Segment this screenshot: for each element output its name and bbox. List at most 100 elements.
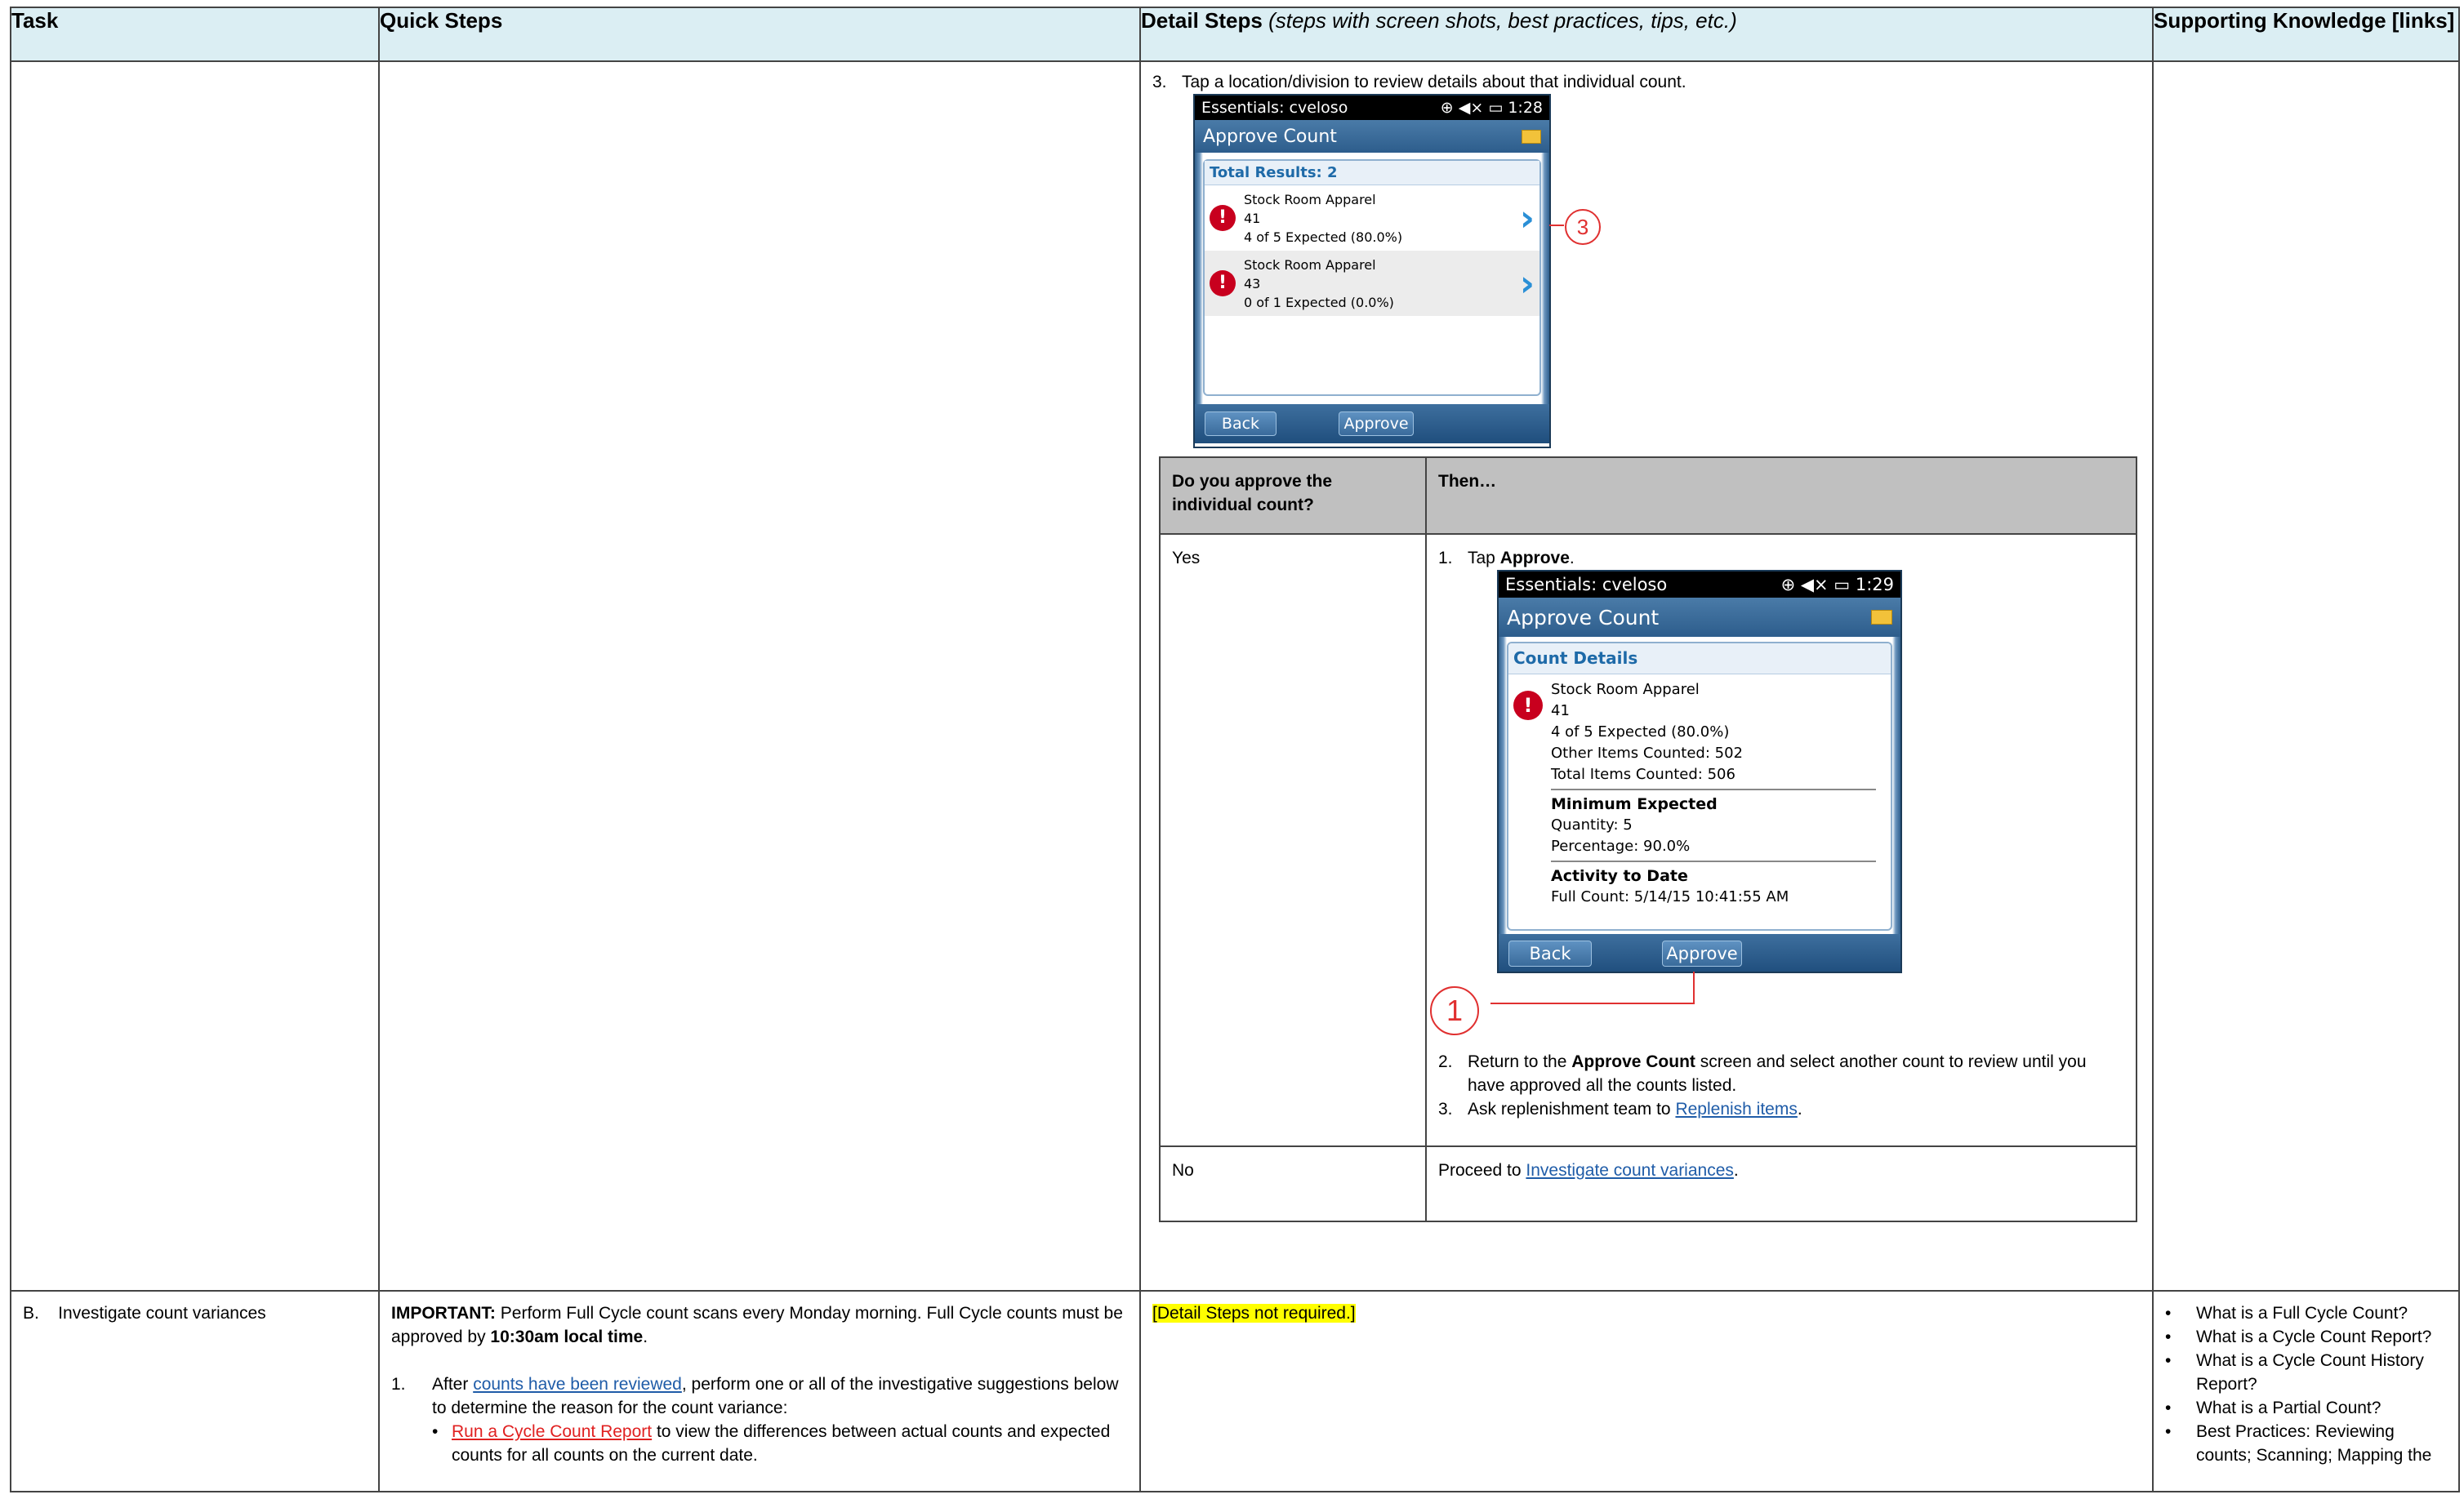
document-page: Task Quick Steps Detail Steps (steps wit… xyxy=(0,0,2464,1499)
item-division: 43 xyxy=(1244,275,1261,291)
status-icons: ⊕ ◀× ▭ 1:29 xyxy=(1781,573,1894,597)
screen-title: Approve Count xyxy=(1507,605,1660,629)
detail-total-items: Total Items Counted: 506 xyxy=(1551,766,1735,783)
status-bar: Essentials: cveloso ⊕ ◀× ▭ 1:28 xyxy=(1195,96,1549,120)
header-detail-bold: Detail Steps xyxy=(1141,8,1263,33)
support-link-cycle-count-history[interactable]: What is a Cycle Count History Report? xyxy=(2155,1349,2447,1396)
task-cell: B. Investigate count variances xyxy=(10,1290,380,1492)
step-text-end: . xyxy=(1797,1100,1802,1119)
status-bar: Essentials: cveloso ⊕ ◀× ▭ 1:29 xyxy=(1499,572,1900,598)
list-item[interactable]: ! Stock Room Apparel 41 4 of 5 Expected … xyxy=(1205,185,1539,251)
item-expected: 0 of 1 Expected (0.0%) xyxy=(1244,294,1394,310)
decision-header-question: Do you approve the individual count? xyxy=(1159,456,1427,535)
yes-step-3: 3. Ask replenishment team to Replenish it… xyxy=(1438,1097,2124,1121)
investigate-count-variances-link[interactable]: Investigate count variances xyxy=(1526,1161,1733,1180)
callout-1: 1 xyxy=(1430,986,1479,1035)
battery-icon: ▭ xyxy=(1834,574,1851,594)
status-user: Essentials: cveloso xyxy=(1201,99,1348,117)
support-link-best-practices[interactable]: Best Practices: Reviewing counts; Scanni… xyxy=(2155,1420,2447,1467)
decision-table: Do you approve the individual count? The… xyxy=(1159,456,2137,1222)
step-text: Ask replenishment team to xyxy=(1468,1100,1676,1119)
support-link-cycle-count-report[interactable]: What is a Cycle Count Report? xyxy=(2155,1325,2447,1349)
results-header: Total Results: 2 xyxy=(1205,161,1539,185)
step-text: Proceed to xyxy=(1438,1161,1526,1180)
quick-steps-cell: IMPORTANT: Perform Full Cycle count scan… xyxy=(378,1290,1141,1492)
details-panel: Count Details ! Stock Room Apparel 41 4 … xyxy=(1507,642,1892,931)
decision-yes-steps: 1. Tap Approve. Essentials: cveloso ⊕ ◀× … xyxy=(1425,533,2137,1147)
chevron-right-icon[interactable]: › xyxy=(1520,200,1535,236)
supporting-knowledge-cell: What is a Full Cycle Count? What is a Cy… xyxy=(2152,1290,2460,1492)
task-label: B. Investigate count variances xyxy=(23,1304,266,1323)
phone-screenshot-approve-count-list: Essentials: cveloso ⊕ ◀× ▭ 1:28 Approve … xyxy=(1193,94,1551,448)
task-cell-empty xyxy=(10,60,380,1292)
screen-body: Total Results: 2 ! Stock Room Apparel 41… xyxy=(1195,153,1549,404)
counts-reviewed-link[interactable]: counts have been reviewed xyxy=(473,1375,682,1394)
back-button[interactable]: Back xyxy=(1508,941,1592,967)
detail-location: Stock Room Apparel xyxy=(1551,681,1700,698)
approve-button[interactable]: Approve xyxy=(1662,941,1742,967)
back-button[interactable]: Back xyxy=(1205,411,1277,436)
warning-icon: ! xyxy=(1210,270,1236,296)
signal-icon: ⊕ xyxy=(1440,99,1454,117)
header-detail-steps: Detail Steps (steps with screen shots, b… xyxy=(1139,7,2154,62)
screen-footer: Back Approve xyxy=(1499,934,1900,972)
important-label: IMPORTANT: xyxy=(391,1304,496,1323)
header-detail-italic: (steps with screen shots, best practices… xyxy=(1268,8,1737,33)
minimum-quantity: Quantity: 5 xyxy=(1551,816,1633,834)
step-text: Return to the xyxy=(1468,1052,1572,1071)
step-3: 3. Tap a location/division to review deta… xyxy=(1152,70,2141,94)
status-icons: ⊕ ◀× ▭ 1:28 xyxy=(1441,99,1543,117)
detail-not-required: [Detail Steps not required.] xyxy=(1152,1304,1356,1323)
quick-step-bullet: • Run a Cycle Count Report to view the di… xyxy=(391,1420,1128,1467)
quick-step-1: 1. After counts have been reviewed, perfo… xyxy=(391,1372,1128,1420)
detail-steps-cell: [Detail Steps not required.] xyxy=(1139,1290,2154,1492)
envelope-icon xyxy=(1871,610,1892,625)
quick-steps-cell-empty xyxy=(378,60,1141,1292)
divider xyxy=(1551,861,1876,862)
replenish-items-link[interactable]: Replenish items xyxy=(1675,1100,1797,1119)
yes-step-1: 1. Tap Approve. xyxy=(1438,546,2124,570)
detail-expected: 4 of 5 Expected (80.0%) xyxy=(1551,723,1730,741)
screen-title-bar: Approve Count xyxy=(1195,120,1549,153)
support-link-partial-count[interactable]: What is a Partial Count? xyxy=(2155,1396,2447,1420)
step-text: Tap xyxy=(1468,549,1500,567)
callout-line-vertical xyxy=(1693,972,1695,1004)
minimum-expected-title: Minimum Expected xyxy=(1551,795,1718,813)
important-end: . xyxy=(643,1328,648,1346)
important-time: 10:30am local time xyxy=(490,1328,644,1346)
decision-no: No xyxy=(1159,1145,1427,1222)
activity-title: Activity to Date xyxy=(1551,867,1688,885)
procedure-table: Task Quick Steps Detail Steps (steps wit… xyxy=(10,7,2460,1492)
speaker-icon: ◀× xyxy=(1800,574,1829,594)
phone-screenshot-count-details: Essentials: cveloso ⊕ ◀× ▭ 1:29 Approve … xyxy=(1497,570,1902,973)
chevron-right-icon[interactable]: › xyxy=(1520,265,1535,301)
detail-other-items: Other Items Counted: 502 xyxy=(1551,745,1744,762)
step-number: 3. xyxy=(1438,1100,1453,1119)
warning-icon: ! xyxy=(1210,205,1236,231)
signal-icon: ⊕ xyxy=(1780,574,1796,594)
decision-no-steps: Proceed to Investigate count variances. xyxy=(1425,1145,2137,1222)
header-row: Task Quick Steps Detail Steps (steps wit… xyxy=(10,7,2460,62)
step-text: After xyxy=(432,1375,474,1394)
item-location: Stock Room Apparel xyxy=(1244,191,1376,207)
activity-full-count: Full Count: 5/14/15 10:41:55 AM xyxy=(1551,888,1789,905)
step-text-end: . xyxy=(1733,1161,1739,1180)
step-text: Tap a location/division to review detail… xyxy=(1182,73,1686,91)
approve-button[interactable]: Approve xyxy=(1339,411,1414,436)
support-link-full-cycle-count[interactable]: What is a Full Cycle Count? xyxy=(2155,1301,2447,1325)
supporting-links: What is a Full Cycle Count? What is a Cy… xyxy=(2155,1301,2447,1467)
warning-icon: ! xyxy=(1513,691,1543,720)
screen-title-bar: Approve Count xyxy=(1499,598,1900,637)
list-item[interactable]: ! Stock Room Apparel 43 0 of 1 Expected … xyxy=(1205,251,1539,316)
header-task: Task xyxy=(10,7,380,62)
screen-body: Count Details ! Stock Room Apparel 41 4 … xyxy=(1499,637,1900,934)
status-time: 1:29 xyxy=(1855,574,1894,594)
table-row: B. Investigate count variances IMPORTANT… xyxy=(10,1290,2460,1492)
detail-division: 41 xyxy=(1551,702,1570,719)
header-supporting-knowledge: Supporting Knowledge [links] xyxy=(2152,7,2460,62)
cycle-count-report-link[interactable]: Run a Cycle Count Report xyxy=(452,1422,652,1441)
step-number: 1. xyxy=(391,1375,406,1394)
battery-icon: ▭ xyxy=(1488,99,1504,117)
status-user: Essentials: cveloso xyxy=(1505,574,1668,594)
details-header: Count Details xyxy=(1508,643,1891,674)
